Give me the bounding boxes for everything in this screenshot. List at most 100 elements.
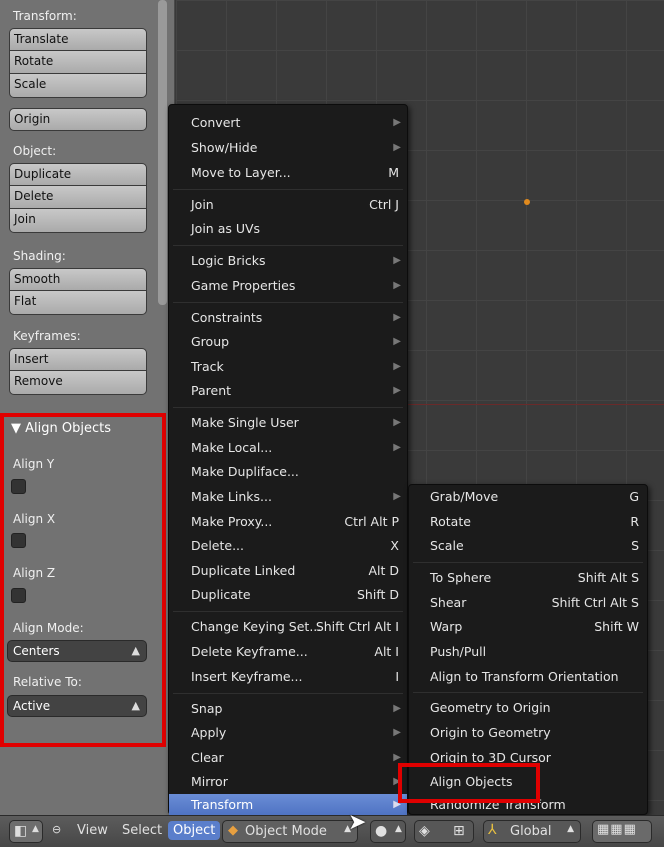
submenu-arrow-icon: ▶ — [393, 336, 401, 347]
cube-icon: ◧ — [14, 823, 28, 839]
menu-item-transform[interactable]: Transform ▶ — [169, 794, 407, 816]
submenu-arrow-icon: ▶ — [393, 491, 401, 502]
updown-arrows-icon: ▲ — [567, 824, 574, 834]
object-label: Object: — [13, 144, 57, 158]
mode-value: Object Mode — [245, 824, 327, 839]
menu-item-logic-bricks[interactable]: Logic Bricks ▶ — [169, 249, 407, 273]
scale-button[interactable]: Scale — [9, 74, 147, 98]
menu-item-duplicate[interactable]: Duplicate Shift D — [169, 583, 407, 607]
menu-item-join-as-uvs[interactable]: Join as UVs — [169, 217, 407, 241]
orientation-value: Global — [510, 824, 552, 839]
menu-separator — [173, 611, 403, 612]
sphere-shading-icon: ● — [375, 823, 388, 839]
select-menu[interactable]: Select — [122, 823, 162, 838]
keyframes-label: Keyframes: — [13, 329, 81, 343]
submenu-arrow-icon: ▶ — [393, 142, 401, 153]
rotate-button[interactable]: Rotate — [9, 51, 147, 74]
updown-arrows-icon: ▲ — [32, 824, 39, 834]
menu-item-group[interactable]: Group ▶ — [169, 330, 407, 354]
menu-item-scale[interactable]: Scale S — [409, 534, 647, 558]
menu-separator — [173, 407, 403, 408]
menu-item-rotate[interactable]: Rotate R — [409, 510, 647, 534]
menu-separator — [413, 692, 643, 693]
submenu-arrow-icon: ▶ — [393, 361, 401, 372]
submenu-arrow-icon: ▶ — [393, 727, 401, 738]
menu-item-push-pull[interactable]: Push/Pull — [409, 640, 647, 664]
submenu-arrow-icon: ▶ — [393, 442, 401, 453]
smooth-button[interactable]: Smooth — [9, 268, 147, 291]
duplicate-button[interactable]: Duplicate — [9, 163, 147, 186]
menu-item-make-links[interactable]: Make Links... ▶ — [169, 485, 407, 509]
menu-item-grab-move[interactable]: Grab/Move G — [409, 485, 647, 509]
submenu-arrow-icon: ▶ — [393, 312, 401, 323]
collapse-menu-icon[interactable]: ⊖ — [52, 823, 61, 836]
menu-item-track[interactable]: Track ▶ — [169, 355, 407, 379]
layer-grid-icon: ▦▦▦ — [597, 822, 637, 837]
menu-item-duplicate-linked[interactable]: Duplicate Linked Alt D — [169, 559, 407, 583]
view-menu[interactable]: View — [77, 823, 108, 838]
menu-item-geometry-to-origin[interactable]: Geometry to Origin — [409, 696, 647, 720]
menu-item-delete-keyframe[interactable]: Delete Keyframe... Alt I — [169, 640, 407, 664]
menu-item-origin-to-geometry[interactable]: Origin to Geometry — [409, 721, 647, 745]
join-button[interactable]: Join — [9, 209, 147, 233]
menu-item-parent[interactable]: Parent ▶ — [169, 379, 407, 403]
updown-arrows-icon: ▲ — [395, 824, 402, 834]
insert-keyframe-button[interactable]: Insert — [9, 348, 147, 371]
menu-item-snap[interactable]: Snap ▶ — [169, 697, 407, 721]
menu-item-convert[interactable]: Convert ▶ — [169, 111, 407, 135]
mouse-cursor-icon: ➤ — [348, 810, 367, 835]
menu-separator — [173, 302, 403, 303]
menu-separator — [173, 245, 403, 246]
menu-item-join[interactable]: Join Ctrl J — [169, 193, 407, 217]
pivot-dropdown[interactable]: ◈ ⊞ — [414, 820, 474, 843]
translate-button[interactable]: Translate — [9, 28, 147, 51]
transform-axes-icon: ⅄ — [488, 822, 497, 838]
menu-item-warp[interactable]: Warp Shift W — [409, 615, 647, 639]
menu-item-move-to-layer[interactable]: Move to Layer... M — [169, 161, 407, 185]
origin-button[interactable]: Origin — [9, 108, 147, 131]
menu-item-shear[interactable]: Shear Shift Ctrl Alt S — [409, 591, 647, 615]
submenu-arrow-icon: ▶ — [393, 117, 401, 128]
menu-item-align-to-transform-orientation[interactable]: Align to Transform Orientation — [409, 665, 647, 689]
menu-item-game-properties[interactable]: Game Properties ▶ — [169, 274, 407, 298]
orientation-dropdown[interactable]: ⅄ Global ▲ — [483, 820, 581, 843]
menu-item-mirror[interactable]: Mirror ▶ — [169, 770, 407, 794]
object-origin-dot[interactable] — [524, 199, 530, 205]
menu-item-insert-keyframe[interactable]: Insert Keyframe... I — [169, 665, 407, 689]
object-menu-button[interactable]: Object — [168, 821, 221, 840]
align-objects-highlight-box — [398, 763, 540, 803]
submenu-arrow-icon: ▶ — [393, 255, 401, 266]
menu-item-clear[interactable]: Clear ▶ — [169, 746, 407, 770]
submenu-arrow-icon: ▶ — [393, 385, 401, 396]
shading-label: Shading: — [13, 249, 66, 263]
menu-item-make-proxy[interactable]: Make Proxy... Ctrl Alt P — [169, 510, 407, 534]
menu-item-constraints[interactable]: Constraints ▶ — [169, 306, 407, 330]
editor-type-button[interactable]: ◧ ▲ — [9, 820, 43, 843]
submenu-arrow-icon: ▶ — [393, 417, 401, 428]
align-panel-highlight-box — [0, 413, 166, 747]
mode-dropdown[interactable]: ◆ Object Mode ▲ — [222, 820, 358, 843]
menu-item-apply[interactable]: Apply ▶ — [169, 721, 407, 745]
shading-dropdown[interactable]: ● ▲ — [370, 820, 406, 843]
manipulator-icon: ⊞ — [453, 823, 465, 839]
layer-buttons[interactable]: ▦▦▦ — [592, 820, 652, 843]
submenu-arrow-icon: ▶ — [393, 280, 401, 291]
object-mode-icon: ◆ — [228, 823, 238, 838]
menu-item-make-local[interactable]: Make Local... ▶ — [169, 436, 407, 460]
delete-button[interactable]: Delete — [9, 186, 147, 209]
object-menu: Convert ▶ Show/Hide ▶ Move to Layer... M Jo… — [168, 104, 408, 816]
menu-item-change-keying-set[interactable]: Change Keying Set... Shift Ctrl Alt I — [169, 615, 407, 639]
remove-keyframe-button[interactable]: Remove — [9, 371, 147, 395]
menu-item-show-hide[interactable]: Show/Hide ▶ — [169, 136, 407, 160]
menu-item-delete[interactable]: Delete... X — [169, 534, 407, 558]
menu-item-to-sphere[interactable]: To Sphere Shift Alt S — [409, 566, 647, 590]
submenu-arrow-icon: ▶ — [393, 703, 401, 714]
flat-button[interactable]: Flat — [9, 291, 147, 315]
menu-separator — [413, 562, 643, 563]
menu-separator — [173, 693, 403, 694]
menu-item-make-single-user[interactable]: Make Single User ▶ — [169, 411, 407, 435]
shelf-scrollbar[interactable] — [158, 0, 167, 305]
menu-item-make-dupliface[interactable]: Make Dupliface... — [169, 460, 407, 484]
menu-separator — [173, 189, 403, 190]
transform-label: Transform: — [13, 9, 77, 23]
